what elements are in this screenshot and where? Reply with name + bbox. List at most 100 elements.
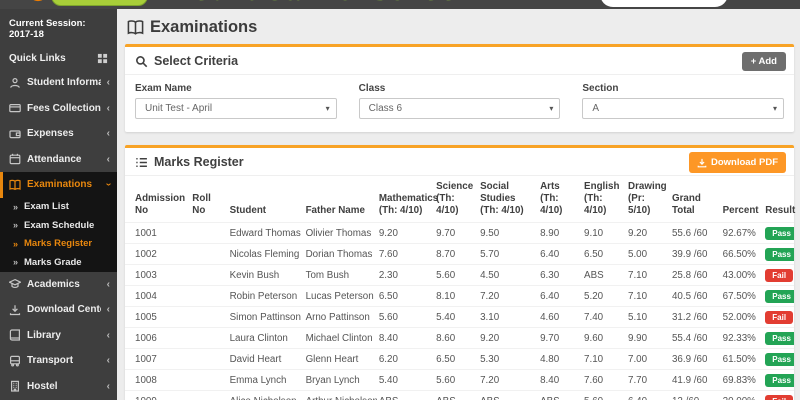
table-cell: 8.60 (434, 327, 479, 349)
table-cell: 39.9 /60 (669, 243, 721, 265)
sidebar-item-expenses[interactable]: Expenses ‹ (0, 121, 117, 147)
table-cell: 9.20 (626, 222, 670, 244)
result-badge: Pass (765, 373, 794, 387)
table-row: 1006 Laura Clinton Michael Clinton 8.40 8.60… (125, 327, 794, 349)
column-header: Father Name (305, 205, 365, 216)
class-selected-value: Class 6 (368, 103, 403, 114)
header-search-input[interactable] (600, 0, 728, 7)
table-row: 1002 Nicolas Fleming Dorian Thomas 7.60 8.70… (125, 243, 794, 265)
sidebar-item-label: Download Center (27, 304, 101, 316)
table-cell: 7.60 (376, 243, 435, 265)
list-icon (135, 156, 148, 169)
table-cell (190, 243, 228, 265)
sidebar-subitem-exam-list[interactable]: » Exam List (0, 197, 117, 216)
table-cell: 8.90 (538, 222, 583, 244)
table-cell: 5.40 (376, 369, 435, 391)
result-badge: Fail (765, 310, 794, 324)
table-cell: 8.70 (434, 243, 479, 265)
person-icon (9, 77, 21, 89)
column-header: Percent (722, 205, 759, 216)
download-pdf-button[interactable]: Download PDF (688, 152, 786, 173)
table-cell: 6.40 (538, 243, 583, 265)
table-cell: 9.70 (434, 222, 479, 244)
sidebar-item-academics[interactable]: Academics ‹ (0, 272, 117, 298)
result-badge: Pass (765, 331, 794, 345)
marks-register-panel: Marks Register Download PDF Admission No… (125, 145, 795, 400)
table-cell: 8.40 (538, 369, 583, 391)
sidebar-item-fees-collection[interactable]: Fees Collection ‹ (0, 96, 117, 122)
sidebar-subitem-marks-register[interactable]: » Marks Register (0, 234, 117, 253)
card-icon (9, 102, 21, 114)
select-criteria-header: Select Criteria + Add (125, 47, 794, 75)
brand-name: Smart School (51, 0, 148, 6)
result-cell: Fail (763, 390, 794, 400)
sidebar-item-student-information[interactable]: Student Information ‹ (0, 70, 117, 96)
section-selected-value: A (592, 103, 600, 114)
table-cell: 1009 (125, 390, 191, 400)
brand-logo[interactable]: Smart School (28, 0, 148, 6)
table-cell: Lucas Peterson (303, 285, 377, 307)
search-icon (135, 55, 148, 68)
column-header: Admission No (135, 193, 186, 216)
table-cell: 5.40 (434, 306, 479, 328)
sidebar-item-hostel[interactable]: Hostel ‹ (0, 374, 117, 400)
table-cell: 1004 (125, 285, 191, 307)
table-cell: 9.20 (376, 222, 435, 244)
table-cell: 8.10 (434, 285, 479, 307)
sidebar-subitem-label: Marks Register (24, 238, 93, 250)
sidebar-subitem-exam-schedule[interactable]: » Exam Schedule (0, 216, 117, 235)
marks-table-body: 1001 Edward Thomas Olivier Thomas 9.20 9.70 9… (125, 222, 794, 400)
table-cell: 4.80 (538, 348, 583, 370)
column-header: Arts (Th: 4/10) (540, 181, 563, 216)
book-icon (9, 329, 21, 341)
sidebar-item-label: Attendance (27, 153, 82, 165)
table-cell: 5.20 (582, 285, 627, 307)
class-select[interactable]: Class 6 ▾ (358, 98, 561, 119)
result-cell: Pass (763, 327, 794, 349)
sidebar-item-library[interactable]: Library ‹ (0, 323, 117, 349)
quick-links-item[interactable]: Quick Links (0, 47, 117, 70)
section-select[interactable]: A ▾ (582, 98, 785, 119)
marks-register-title: Marks Register (154, 155, 244, 169)
page-title: Examinations (150, 18, 258, 36)
sidebar-subitem-marks-grade[interactable]: » Marks Grade (0, 253, 117, 272)
column-header: Student (229, 205, 267, 216)
sidebar-item-transport[interactable]: Transport ‹ (0, 348, 117, 374)
sidebar-subitem-label: Exam List (24, 201, 69, 213)
table-cell: 67.50% (720, 285, 764, 307)
add-button[interactable]: + Add (741, 52, 786, 71)
table-cell: 40.5 /60 (669, 285, 721, 307)
bus-icon (9, 355, 21, 367)
section-label: Section (582, 83, 619, 94)
column-header: Social Studies (Th: 4/10) (480, 181, 524, 216)
quick-links-label: Quick Links (9, 53, 66, 64)
double-arrow-icon: » (13, 201, 19, 212)
download-pdf-label: Download PDF (710, 157, 778, 168)
table-cell: 41.9 /60 (669, 369, 721, 391)
current-session-label: Current Session: 2017-18 (9, 18, 86, 40)
download-icon (9, 304, 21, 316)
table-cell: 20.00% (720, 390, 764, 400)
chevron-left-icon: ‹ (106, 128, 110, 140)
table-cell: ABS (478, 390, 539, 400)
result-cell: Pass (763, 285, 794, 307)
table-cell: 5.00 (626, 243, 670, 265)
column-header: English (Th: 4/10) (584, 181, 620, 216)
table-cell: 2.30 (376, 264, 435, 286)
table-cell: 7.20 (478, 369, 539, 391)
building-icon (9, 380, 21, 392)
table-cell: 5.70 (478, 243, 539, 265)
table-cell: 1007 (125, 348, 191, 370)
sidebar-item-label: Expenses (27, 128, 74, 140)
download-icon (697, 158, 707, 168)
class-label: Class (358, 83, 386, 94)
chevron-down-icon: ▾ (773, 104, 778, 113)
table-cell: 5.60 (582, 390, 627, 400)
sidebar-item-download-center[interactable]: Download Center ‹ (0, 297, 117, 323)
exam-name-select[interactable]: Unit Test - April ▾ (135, 98, 337, 119)
table-cell: 92.67% (720, 222, 764, 244)
table-cell: 1002 (125, 243, 191, 265)
sidebar-item-examinations[interactable]: Examinations ‹ (0, 172, 117, 198)
sidebar-item-attendance[interactable]: Attendance ‹ (0, 147, 117, 173)
table-cell: 9.10 (582, 222, 627, 244)
